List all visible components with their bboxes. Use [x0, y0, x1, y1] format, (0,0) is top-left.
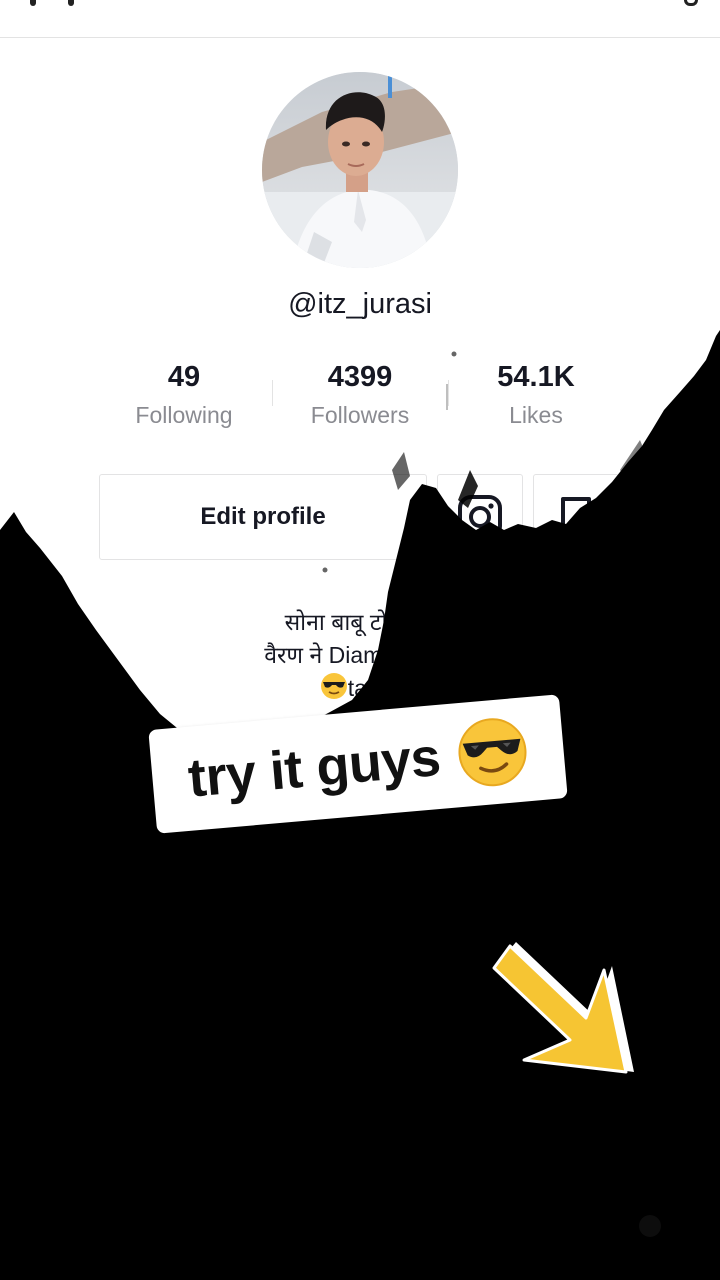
- arrow-down-right-icon: [492, 942, 634, 1074]
- sticker-text: try it guys: [185, 726, 443, 809]
- profile-screen: @itz_jurasi 49 Following 4399 Followers …: [0, 0, 720, 1280]
- username: @itz_jurasi: [288, 288, 432, 320]
- followers-label: Followers: [310, 402, 410, 428]
- instagram-button[interactable]: [437, 474, 523, 560]
- bio: सोना बाबू टोहण वे वैरण ने Diamond यार ta…: [60, 606, 660, 709]
- text-sticker: try it guys: [148, 694, 568, 834]
- menu-icon[interactable]: [684, 0, 698, 6]
- following-count: 49: [167, 361, 201, 393]
- bio-line: वैरण ने Diamond यार: [264, 642, 456, 668]
- sunglasses-emoji-icon: [320, 672, 348, 709]
- following-label: Following: [135, 402, 233, 428]
- back-icon[interactable]: [30, 0, 74, 8]
- edit-profile-button[interactable]: Edit profile: [99, 474, 427, 560]
- bio-line: सोना बाबू टोहण वे: [284, 609, 436, 635]
- likes-label: Likes: [509, 402, 563, 428]
- stat-divider: [272, 380, 273, 406]
- likes-count: 54.1K: [497, 361, 575, 393]
- stat-followers[interactable]: 4399 Followers: [280, 358, 440, 429]
- watermark-icon: [639, 1215, 661, 1237]
- stat-divider: [448, 380, 449, 406]
- bookmark-icon: [561, 497, 591, 536]
- bio-line: targe: [60, 672, 660, 709]
- stat-following[interactable]: 49 Following: [104, 358, 264, 429]
- instagram-icon: [458, 495, 502, 539]
- followers-count: 4399: [327, 361, 393, 393]
- avatar[interactable]: [262, 72, 458, 268]
- stat-likes[interactable]: 54.1K Likes: [456, 358, 616, 429]
- top-bar: [0, 0, 720, 38]
- favorites-button[interactable]: [533, 474, 619, 560]
- sunglasses-emoji-icon: [458, 718, 527, 787]
